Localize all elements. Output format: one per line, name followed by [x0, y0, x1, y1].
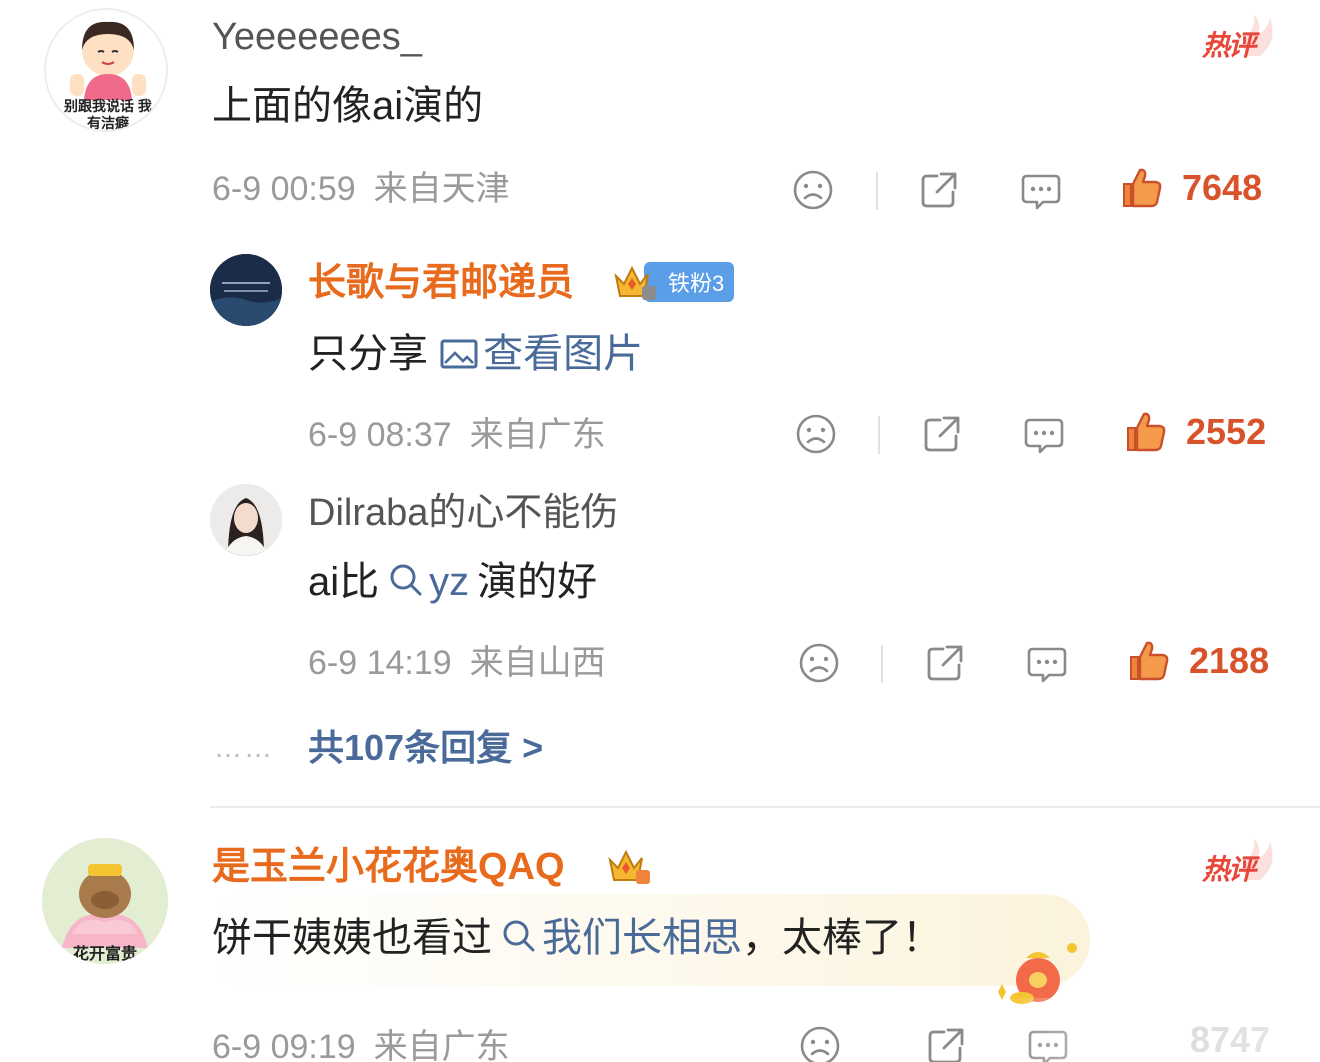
search-link[interactable]: yz: [379, 560, 469, 604]
more-replies-link[interactable]: 共107条回复 >: [308, 730, 543, 766]
avatar[interactable]: 别跟我说话 我有洁癖: [44, 8, 168, 132]
sad-face-icon[interactable]: [791, 168, 835, 212]
divider: [878, 416, 880, 454]
lucky-bag-icon: [998, 943, 1077, 1004]
reply-text-suffix: 演的好: [477, 560, 598, 604]
divider: [876, 172, 878, 210]
username[interactable]: Yeeeeeees_: [212, 18, 422, 56]
avatar-caption: 别跟我说话 我有洁癖: [64, 98, 152, 131]
comment-meta: 6-9 00:59 来自天津: [212, 172, 510, 206]
timestamp: 6-9 00:59: [212, 170, 356, 208]
reply-username[interactable]: Dilraba的心不能伤: [308, 494, 618, 532]
crown-icon: [614, 265, 656, 300]
like-count: 7648: [1182, 167, 1263, 208]
view-image-link[interactable]: 查看图片: [439, 332, 643, 376]
sad-face-icon[interactable]: [798, 1024, 842, 1062]
search-link-label: 我们长相思: [542, 916, 742, 960]
ellipsis-dots: ……: [214, 732, 274, 763]
reply-text: 只分享 查看图片: [308, 334, 643, 374]
like-count: 2552: [1186, 411, 1267, 452]
search-icon: [500, 918, 538, 954]
divider: [881, 645, 883, 683]
thumbs-up-icon: [1120, 166, 1164, 210]
reply-meta: 6-9 14:19 来自山西: [308, 646, 606, 680]
image-icon: [440, 339, 478, 369]
timestamp: 6-9 14:19: [308, 644, 452, 682]
like-button[interactable]: 7648: [1120, 166, 1262, 210]
location: 来自山西: [469, 644, 606, 682]
search-link[interactable]: 我们长相思: [492, 916, 742, 960]
hot-label: 热评: [1202, 854, 1256, 885]
avatar-image: [210, 484, 282, 556]
hot-comment-badge: 热评: [1200, 836, 1280, 888]
search-icon: [387, 562, 425, 598]
thumbs-up-icon: [1127, 639, 1171, 683]
thumbs-up-icon: [1124, 410, 1168, 454]
share-icon[interactable]: [923, 641, 967, 685]
crown-icon: [608, 849, 650, 884]
comment-icon[interactable]: [1022, 412, 1066, 456]
avatar[interactable]: 花开富贵: [42, 838, 168, 964]
reply-username[interactable]: 长歌与君邮递员: [308, 264, 574, 302]
timestamp: 6-9 08:37: [308, 416, 452, 454]
comment-text: 上面的像ai演的: [212, 84, 484, 128]
comment-meta: 6-9 09:19 来自广东: [212, 1030, 510, 1062]
search-link-label: yz: [429, 560, 470, 604]
sad-face-icon[interactable]: [797, 641, 841, 685]
location: 来自广东: [373, 1028, 510, 1062]
avatar-image: [210, 254, 282, 326]
comment-icon[interactable]: [1019, 168, 1063, 212]
like-button[interactable]: 2552: [1124, 410, 1266, 454]
like-button[interactable]: 2188: [1127, 639, 1269, 683]
reply-avatar[interactable]: [210, 254, 282, 326]
share-icon[interactable]: [917, 168, 961, 212]
reply-text-prefix: ai比: [308, 560, 380, 604]
comment-text-prefix: 饼干姨姨也看过: [212, 916, 492, 960]
hot-comment-badge: 热评: [1200, 12, 1280, 64]
share-icon[interactable]: [920, 412, 964, 456]
avatar-caption: 花开富贵: [72, 946, 137, 963]
view-image-label: 查看图片: [483, 332, 644, 376]
hot-label: 热评: [1202, 30, 1256, 61]
sad-face-icon[interactable]: [794, 412, 838, 456]
like-count: 2188: [1189, 640, 1270, 681]
comment-item: 别跟我说话 我有洁癖 Yeeeeeees_ 热评 上面的像ai演的 6-9 00…: [0, 0, 1320, 806]
bottom-fade: [1000, 998, 1320, 1062]
fan-badge: 铁粉3: [610, 262, 735, 302]
location: 来自广东: [469, 416, 606, 454]
location: 来自天津: [373, 170, 510, 208]
comment-icon[interactable]: [1025, 641, 1069, 685]
reply-meta: 6-9 08:37 来自广东: [308, 418, 606, 452]
share-icon[interactable]: [924, 1024, 968, 1062]
comment-text: 饼干姨姨也看过 我们长相思，太棒了！: [212, 918, 942, 958]
reply-text: ai比 yz 演的好: [308, 562, 597, 602]
reply-avatar[interactable]: [210, 484, 282, 556]
reply-text-prefix: 只分享: [308, 332, 440, 376]
username[interactable]: 是玉兰小花花奥QAQ: [212, 848, 565, 886]
timestamp: 6-9 09:19: [212, 1028, 356, 1062]
comment-text-suffix: ，太棒了！: [742, 916, 942, 960]
comment-item: 花开富贵 是玉兰小花花奥QAQ 热评 饼干姨姨也看过 我们长相思，太棒了！ 6-9…: [0, 808, 1320, 1062]
